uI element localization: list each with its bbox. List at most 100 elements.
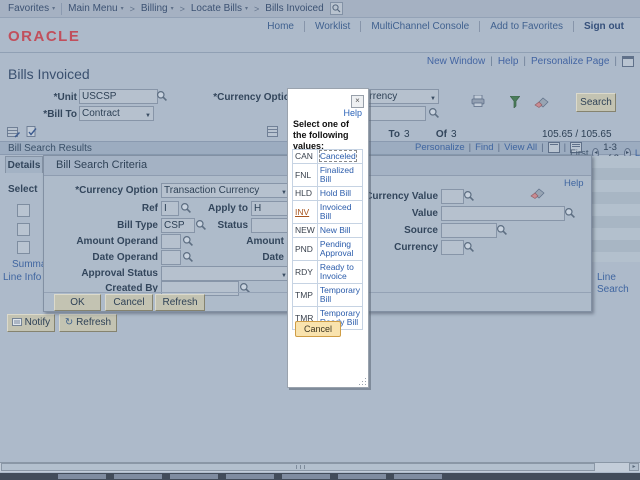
- value-label[interactable]: Temporary Bill: [320, 285, 360, 304]
- breadcrumb-separator: >: [130, 4, 135, 14]
- help-link[interactable]: Help: [498, 56, 519, 67]
- nav-worklist[interactable]: Worklist: [305, 21, 360, 32]
- dlg-source-input[interactable]: [441, 223, 497, 238]
- value-label[interactable]: New Bill: [320, 225, 351, 235]
- tab-details[interactable]: Details: [5, 156, 43, 173]
- grid-action-icon[interactable]: [7, 127, 20, 138]
- totals-amount: 105.65 / 105.65: [542, 128, 612, 141]
- dlg-date-operand-label: Date Operand: [48, 251, 158, 264]
- dialog-help-link[interactable]: Help: [564, 178, 584, 190]
- table-row[interactable]: NEW New Bill: [293, 224, 363, 238]
- dlg-apply-to-label: Apply to: [184, 202, 248, 215]
- dlg-date-operand-lookup-icon[interactable]: [182, 251, 194, 263]
- table-row[interactable]: HLD Hold Bill: [293, 187, 363, 201]
- dlg-currency-option-select[interactable]: Transaction Currency▼: [161, 183, 290, 198]
- close-icon[interactable]: ×: [351, 95, 364, 108]
- window-icon[interactable]: [622, 56, 634, 67]
- dlg-currency-value-lookup-icon[interactable]: [463, 190, 475, 202]
- divider: [61, 3, 62, 15]
- table-row[interactable]: FNL Finalized Bill: [293, 164, 363, 187]
- print-icon[interactable]: [471, 95, 485, 107]
- dialog-refresh-button[interactable]: Refresh: [155, 294, 205, 311]
- divider: |: [614, 56, 617, 67]
- row-checkbox-3[interactable]: [17, 241, 30, 254]
- breadcrumb-main-menu[interactable]: Main Menu ▾: [68, 3, 123, 14]
- dialog-cancel-button[interactable]: Cancel: [105, 294, 153, 311]
- dlg-currency-lookup-icon[interactable]: [463, 241, 475, 253]
- popout-window-icon[interactable]: [548, 142, 560, 153]
- divider: [0, 52, 640, 53]
- nav-home[interactable]: Home: [257, 21, 304, 32]
- bill-to-select[interactable]: Contract▼: [79, 106, 154, 121]
- breadcrumb-locate-bills[interactable]: Locate Bills ▾: [191, 3, 248, 14]
- invoice-lookup-icon[interactable]: [428, 107, 440, 119]
- value-code: RDY: [295, 267, 313, 277]
- view-all-link[interactable]: View All: [504, 142, 537, 153]
- breadcrumb-billing[interactable]: Billing ▾: [141, 3, 174, 14]
- row-checkbox-1[interactable]: [17, 204, 30, 217]
- row-checkbox-2[interactable]: [17, 223, 30, 236]
- breadcrumb-bills-invoiced[interactable]: Bills Invoiced: [265, 3, 323, 14]
- popup-cancel-button[interactable]: Cancel: [295, 321, 341, 337]
- dlg-amount-operand-lookup-icon[interactable]: [182, 235, 194, 247]
- filter-funnel-icon[interactable]: [510, 96, 520, 108]
- value-code-current[interactable]: INV: [295, 207, 309, 217]
- dlg-ref-input[interactable]: I: [161, 201, 179, 216]
- notify-button[interactable]: Notify: [7, 314, 55, 332]
- taskbar-item: [338, 474, 386, 479]
- table-row[interactable]: CAN Canceled: [293, 150, 363, 164]
- unit-label: *Unit: [0, 91, 77, 104]
- dlg-currency-input[interactable]: [441, 240, 464, 255]
- page-action-bar: New Window | Help | Personalize Page |: [427, 56, 634, 67]
- scrollbar-right-arrow[interactable]: ▸: [629, 463, 639, 471]
- new-window-link[interactable]: New Window: [427, 56, 485, 67]
- dlg-currency-option-label: *Currency Option: [48, 184, 158, 197]
- table-row[interactable]: TMP Temporary Bill: [293, 284, 363, 307]
- value-label[interactable]: Pending Approval: [320, 239, 354, 258]
- unit-input[interactable]: USCSP: [79, 89, 158, 104]
- refresh-icon: ↻: [65, 317, 73, 328]
- dlg-approval-status-select[interactable]: ▼: [161, 266, 290, 281]
- dlg-amount-operand-input[interactable]: [161, 234, 181, 249]
- clear-eraser-icon[interactable]: [530, 188, 545, 199]
- value-label[interactable]: Finalized Bill: [320, 165, 354, 184]
- dlg-value-input[interactable]: [441, 206, 565, 221]
- breadcrumb-search-icon[interactable]: [330, 2, 343, 15]
- divider: |: [564, 142, 566, 153]
- find-link[interactable]: Find: [475, 142, 493, 153]
- nav-add-to-favorites[interactable]: Add to Favorites: [480, 21, 573, 32]
- table-row[interactable]: PND Pending Approval: [293, 238, 363, 261]
- popup-help-link[interactable]: Help: [343, 108, 362, 118]
- value-label[interactable]: Ready to Invoice: [320, 262, 354, 281]
- dlg-source-lookup-icon[interactable]: [496, 224, 508, 236]
- value-label[interactable]: Hold Bill: [320, 188, 351, 198]
- ok-button[interactable]: OK: [54, 294, 101, 311]
- breadcrumb-separator: >: [254, 4, 259, 14]
- table-row[interactable]: RDY Ready to Invoice: [293, 261, 363, 284]
- eraser-icon[interactable]: [534, 97, 549, 108]
- value-label[interactable]: Invoiced Bill: [320, 202, 352, 221]
- chevron-down-icon: ▾: [52, 5, 55, 12]
- download-grid-icon[interactable]: [267, 126, 278, 137]
- favorites-menu[interactable]: Favorites ▾: [8, 3, 55, 14]
- nav-sign-out[interactable]: Sign out: [574, 21, 634, 32]
- personalize-page-link[interactable]: Personalize Page: [531, 56, 609, 67]
- dlg-currency-value-input[interactable]: [441, 189, 464, 204]
- resize-grip[interactable]: [359, 378, 366, 385]
- table-row[interactable]: INV Invoiced Bill: [293, 201, 363, 224]
- value-label[interactable]: Canceled: [320, 151, 356, 161]
- grid-rows: [591, 156, 640, 262]
- dlg-date-operand-input[interactable]: [161, 250, 181, 265]
- search-button[interactable]: Search: [576, 93, 616, 112]
- personalize-link[interactable]: Personalize: [415, 142, 465, 153]
- breadcrumb: Favorites ▾ Main Menu ▾ > Billing ▾ > Lo…: [0, 0, 640, 18]
- nav-multichannel-console[interactable]: MultiChannel Console: [361, 21, 479, 32]
- refresh-button[interactable]: ↻ Refresh: [59, 314, 117, 332]
- unit-lookup-icon[interactable]: [156, 90, 168, 102]
- line-search-link[interactable]: Line Search: [597, 272, 640, 296]
- page-check-icon[interactable]: [26, 126, 38, 138]
- dlg-value-lookup-icon[interactable]: [564, 207, 576, 219]
- value-code: PND: [295, 244, 313, 254]
- value-code: TMP: [295, 290, 313, 300]
- dlg-status-label: Status: [184, 219, 248, 232]
